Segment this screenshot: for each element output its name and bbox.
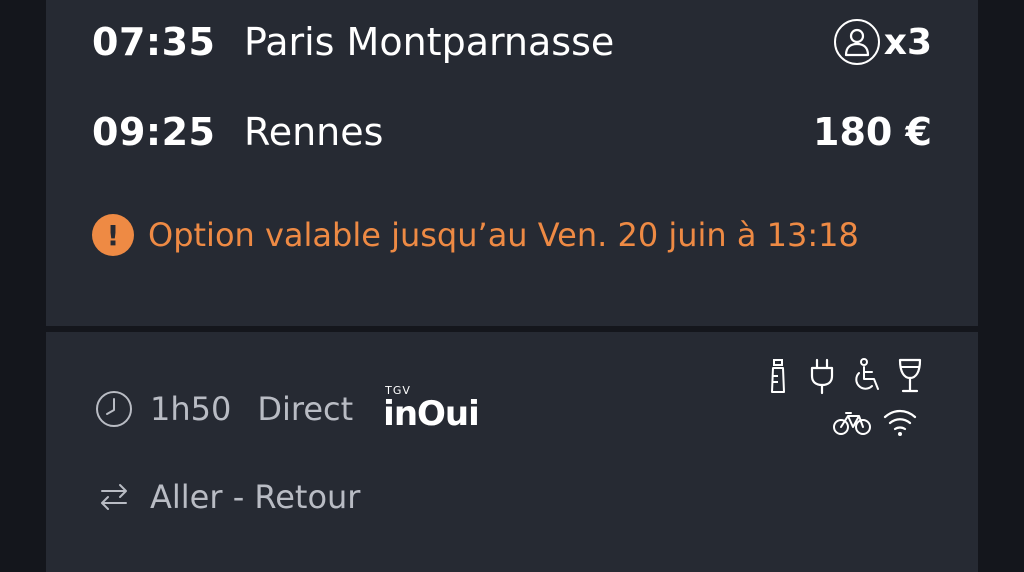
wifi-icon (883, 409, 917, 436)
price: 180 € (813, 110, 932, 154)
arrival-time: 09:25 (92, 110, 216, 154)
journey-summary-card[interactable]: 07:35 Paris Montparnasse x3 09:25 Rennes… (46, 0, 978, 326)
journey-details-card[interactable]: 1h50 Direct TGV inOui Aller - Retour (46, 332, 978, 572)
option-expiry-alert: ! Option valable jusqu’au Ven. 20 juin à… (92, 214, 859, 256)
amenities (750, 356, 930, 446)
tgv-inoui-logo: TGV inOui (383, 384, 495, 434)
trip-type: Aller - Retour (150, 478, 361, 516)
departure-station: Paris Montparnasse (244, 20, 615, 64)
arrival-row: 09:25 Rennes 180 € (92, 104, 932, 160)
power-plug-icon (810, 358, 834, 395)
arrival-station: Rennes (244, 110, 384, 154)
round-trip-arrows-icon (101, 484, 127, 510)
duration-row: 1h50 Direct TGV inOui (94, 384, 495, 434)
brand-name: inOui (383, 394, 480, 434)
passenger-count-label: x3 (883, 21, 932, 63)
bicycle-icon (833, 412, 871, 435)
trip-type-row: Aller - Retour (94, 472, 360, 522)
baby-bottle-icon (771, 359, 785, 393)
wheelchair-icon (855, 358, 879, 390)
person-icon (833, 19, 880, 65)
departure-time: 07:35 (92, 20, 216, 64)
option-expiry-text: Option valable jusqu’au Ven. 20 juin à 1… (148, 216, 859, 254)
exclamation-icon: ! (92, 214, 134, 256)
departure-row: 07:35 Paris Montparnasse x3 (92, 14, 932, 70)
bar-glass-icon (898, 358, 922, 393)
passenger-count: x3 (833, 19, 932, 65)
clock-icon (96, 391, 132, 427)
connection-type: Direct (257, 390, 354, 428)
duration: 1h50 (150, 390, 232, 428)
